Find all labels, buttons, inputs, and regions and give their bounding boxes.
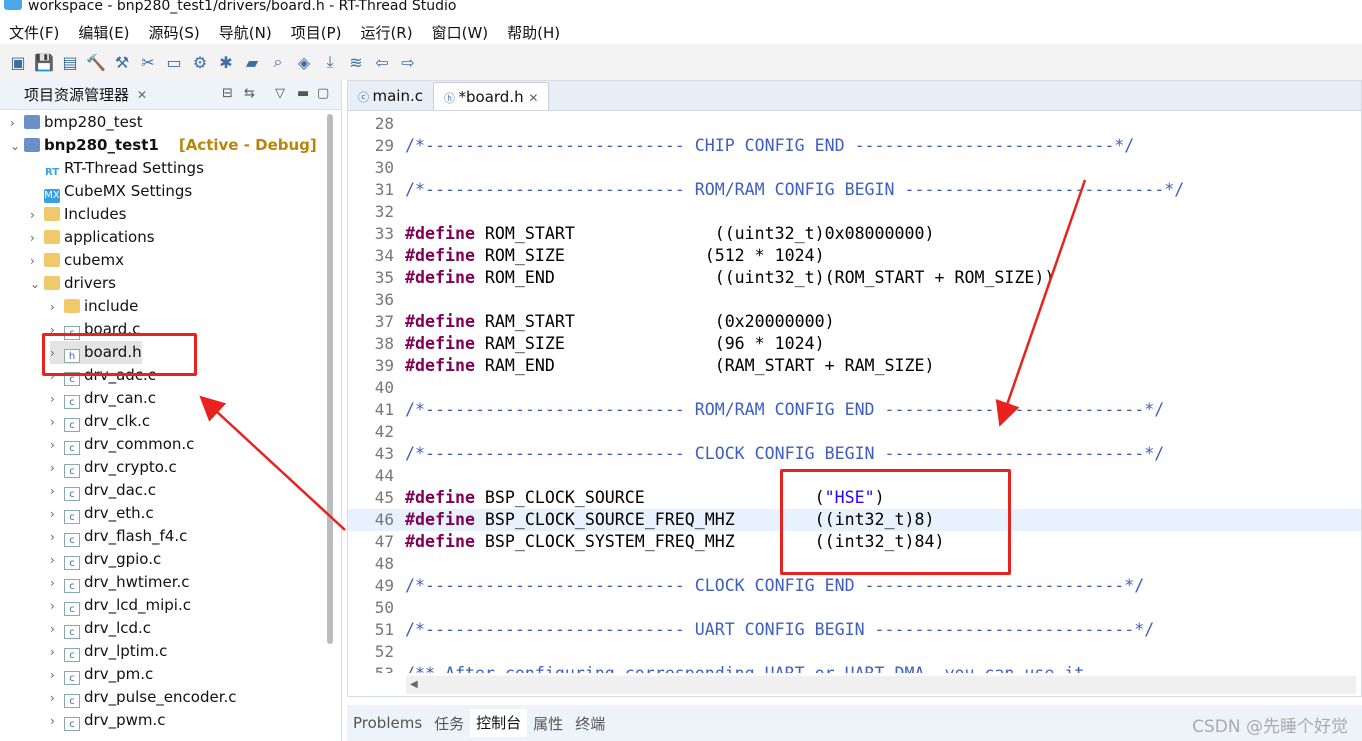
annotation-arrow	[995, 179, 1087, 427]
annotation-arrow	[199, 395, 346, 531]
annotation-arrows	[199, 179, 1087, 531]
